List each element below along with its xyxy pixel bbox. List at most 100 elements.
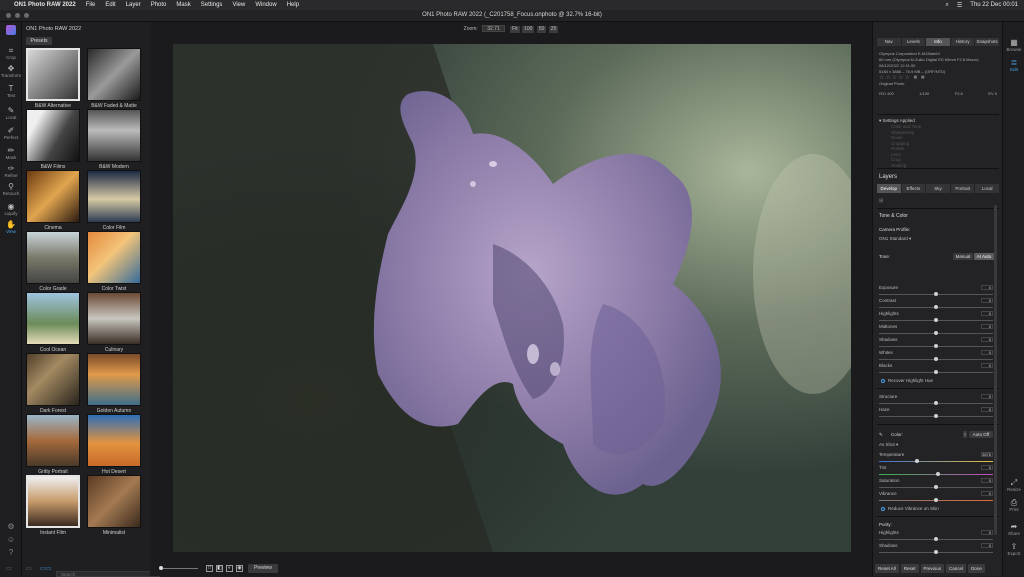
tool-retouch[interactable]: ⚲ Retouch xyxy=(0,182,22,196)
slider-track[interactable] xyxy=(879,461,993,462)
slider-vibrance[interactable]: Vibrance 0 xyxy=(879,491,993,503)
cancel-button[interactable]: Cancel xyxy=(946,564,967,573)
previous-button[interactable]: Previous xyxy=(920,564,945,573)
slider-knob[interactable] xyxy=(934,292,938,296)
zoom-100-button[interactable]: 100 xyxy=(522,26,535,33)
recover-highlight-checkbox[interactable]: Recover Highlight Hue xyxy=(881,378,933,383)
grid-view-icon[interactable]: ▭▭ xyxy=(40,565,51,572)
eye-icon[interactable]: ◉ xyxy=(236,565,243,572)
brush-size-slider[interactable] xyxy=(160,568,198,569)
help-icon[interactable]: ? xyxy=(0,548,22,557)
reset-button[interactable]: Reset xyxy=(900,564,919,573)
slider-shadows[interactable]: Shadows 0 xyxy=(879,337,993,349)
settings-gear-icon[interactable]: ⚙ xyxy=(0,522,22,531)
layer-tab-sky[interactable]: Sky xyxy=(926,184,950,193)
slider-saturation[interactable]: Saturation 0 xyxy=(879,478,993,490)
slider-knob[interactable] xyxy=(915,459,920,463)
slider-knob[interactable] xyxy=(934,357,938,361)
preset-color-twist[interactable]: Color Twist xyxy=(87,231,141,293)
preset-gritty-portrait[interactable]: Gritty Portrait xyxy=(26,414,80,476)
tone-ai-auto-button[interactable]: AI Auto xyxy=(974,253,994,260)
eyedropper-icon[interactable]: ✎ xyxy=(879,432,883,438)
tab-history[interactable]: History xyxy=(950,38,975,46)
zoom-fit-button[interactable]: Fit xyxy=(510,26,520,33)
preset-b-w-alternative[interactable]: B&W Alternative xyxy=(26,48,80,110)
slider-value-input[interactable]: 0 xyxy=(981,530,993,535)
slider-knob[interactable] xyxy=(934,498,938,502)
tab-snapshots[interactable]: Snapshots xyxy=(975,38,999,46)
module-share[interactable]: ➦ Share xyxy=(1003,522,1024,536)
control-center-icon[interactable]: ☰ xyxy=(957,2,962,9)
tool-liquify[interactable]: ◉ Liquify xyxy=(0,202,22,216)
layer-tab-develop[interactable]: Develop xyxy=(877,184,901,193)
clipping-icon[interactable]: ◐ xyxy=(226,565,233,572)
tool-mask[interactable]: ✏ Mask xyxy=(0,146,22,160)
slider-value-input[interactable]: 0 xyxy=(981,465,993,470)
slider-highlights[interactable]: Highlights 0 xyxy=(879,530,993,542)
camera-profile-select[interactable]: ON1 Standard ▾ xyxy=(879,236,911,242)
zoom-25-button[interactable]: 25 xyxy=(548,26,559,33)
tool-text[interactable]: T Text xyxy=(0,84,22,98)
slider-highlights[interactable]: Highlights 0 xyxy=(879,311,993,323)
tab-nav[interactable]: Nav xyxy=(877,38,901,46)
search-icon[interactable]: ⌕ xyxy=(946,2,949,9)
slider-knob[interactable] xyxy=(934,344,938,348)
menu-photo[interactable]: Photo xyxy=(151,2,167,8)
filmstrip-icon[interactable]: ▭ xyxy=(26,565,32,572)
menu-app[interactable]: ON1 Photo RAW 2022 xyxy=(14,2,76,8)
preset-dark-forest[interactable]: Dark Forest xyxy=(26,353,80,415)
slider-haze[interactable]: Haze 0 xyxy=(879,407,993,419)
reset-all-button[interactable]: Reset All xyxy=(875,564,899,573)
slider-value-input[interactable]: 0 xyxy=(981,298,993,303)
menu-help[interactable]: Help xyxy=(287,2,299,8)
slider-tint[interactable]: Tint 0 xyxy=(879,465,993,477)
tool-crop[interactable]: ⌗ Crop xyxy=(0,46,22,60)
preset-minimalist[interactable]: Minimalist xyxy=(87,475,141,537)
module-print[interactable]: ⎙ Print xyxy=(1003,498,1024,512)
slider-knob[interactable] xyxy=(934,305,938,309)
tool-refine[interactable]: ✑ Refine xyxy=(0,164,22,178)
slider-value-input[interactable]: 0 xyxy=(981,394,993,399)
presets-tab-button[interactable]: Presets xyxy=(26,37,52,45)
menu-edit[interactable]: Edit xyxy=(105,2,115,8)
user-icon[interactable]: ☺ xyxy=(0,535,22,544)
white-balance-select[interactable]: As Shot ▾ xyxy=(879,442,898,448)
slider-exposure[interactable]: Exposure 0 xyxy=(879,285,993,297)
auto-color-icon[interactable]: ! xyxy=(963,431,967,438)
slider-value-input[interactable]: 0 xyxy=(981,350,993,355)
tool-local[interactable]: ✎ Local xyxy=(0,106,22,120)
menu-settings[interactable]: Settings xyxy=(201,2,223,8)
slider-knob[interactable] xyxy=(936,472,941,476)
tool-perfect[interactable]: ✐ Perfect xyxy=(0,126,22,140)
slider-knob[interactable] xyxy=(934,485,938,489)
slider-knob[interactable] xyxy=(934,370,938,374)
slider-value-input[interactable]: 0 xyxy=(981,543,993,548)
done-button[interactable]: Done xyxy=(968,564,985,573)
slider-value-input[interactable]: 0 xyxy=(981,285,993,290)
module-edit[interactable]: ≣ Edit xyxy=(1003,58,1024,72)
module-export[interactable]: ⇪ Export xyxy=(1003,542,1024,556)
color-auto-off-button[interactable]: Auto Off xyxy=(969,431,993,438)
slider-value-input[interactable]: 0 xyxy=(981,478,993,483)
preset-instant-film[interactable]: Instant Film xyxy=(26,475,80,537)
tab-info[interactable]: Info xyxy=(926,38,950,46)
zoom-50-button[interactable]: 50 xyxy=(536,26,547,33)
brush-size-knob[interactable] xyxy=(159,566,163,570)
menu-file[interactable]: File xyxy=(86,2,96,8)
settings-applied[interactable]: ▾ Settings Applied Color and Tone Sharpen… xyxy=(879,118,921,168)
slider-whites[interactable]: Whites 0 xyxy=(879,350,993,362)
slider-knob[interactable] xyxy=(934,414,938,418)
menu-layer[interactable]: Layer xyxy=(126,2,141,8)
slider-value-input[interactable]: 0 xyxy=(981,311,993,316)
slider-value-input[interactable]: 0 xyxy=(981,363,993,368)
tab-levels[interactable]: Levels xyxy=(901,38,926,46)
photo-preview[interactable] xyxy=(173,44,851,552)
preset-b-w-faded-matte[interactable]: B&W Faded & Matte xyxy=(87,48,141,110)
layer-options-icon[interactable]: ⊞ xyxy=(879,198,883,204)
slider-midtones[interactable]: Midtones 0 xyxy=(879,324,993,336)
preset-b-w-modern[interactable]: B&W Modern xyxy=(87,109,141,171)
preset-color-film[interactable]: Color Film xyxy=(87,170,141,232)
tool-view[interactable]: ✋ View xyxy=(0,220,22,234)
slider-shadows[interactable]: Shadows 0 xyxy=(879,543,993,555)
view-mask-icon[interactable]: □ xyxy=(206,565,213,572)
